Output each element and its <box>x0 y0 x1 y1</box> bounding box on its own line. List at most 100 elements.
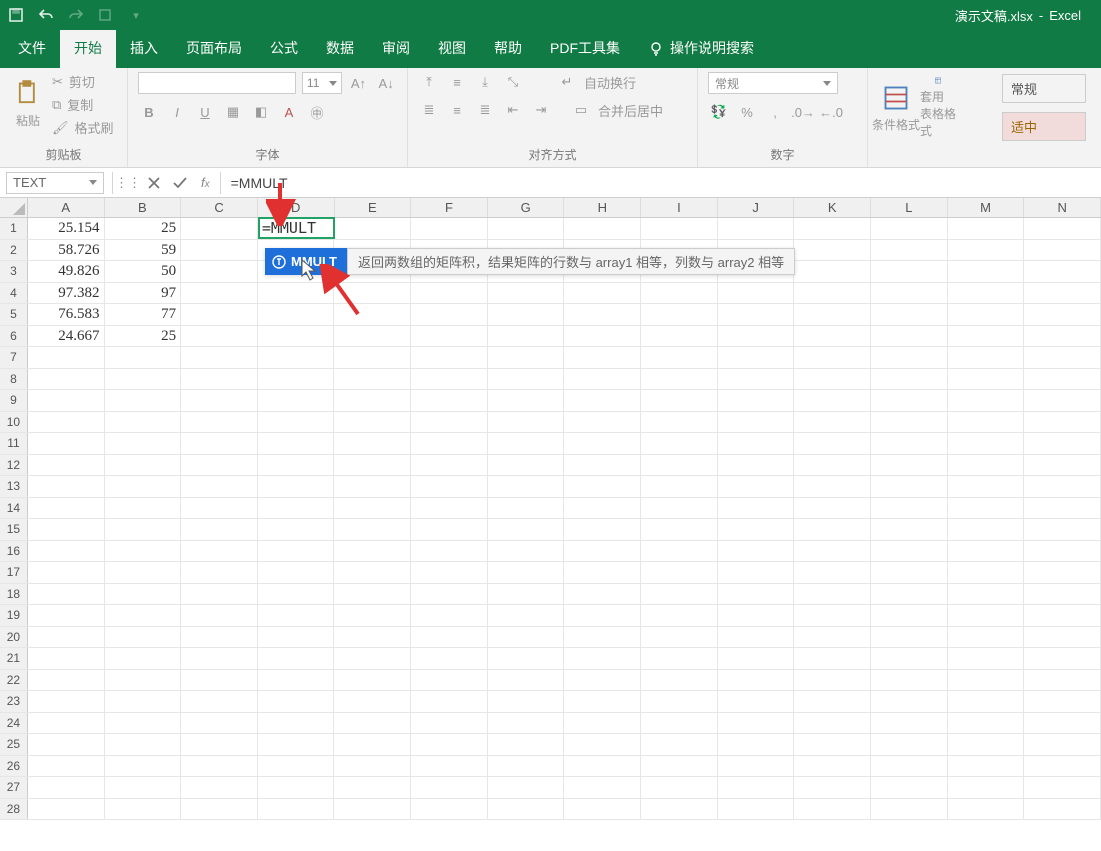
cell[interactable] <box>1024 455 1101 476</box>
cell[interactable] <box>564 627 641 648</box>
cell[interactable] <box>1024 627 1101 648</box>
cell[interactable] <box>871 562 948 583</box>
cell[interactable] <box>871 541 948 562</box>
cell[interactable] <box>488 670 565 691</box>
cell[interactable] <box>718 283 795 304</box>
cell[interactable] <box>641 691 718 712</box>
cell[interactable] <box>564 412 641 433</box>
cell[interactable] <box>258 390 335 411</box>
cell[interactable] <box>105 799 182 820</box>
cell[interactable] <box>948 605 1025 626</box>
tell-me[interactable]: 操作说明搜索 <box>634 30 768 68</box>
fx-icon[interactable]: fx <box>201 175 210 190</box>
cell[interactable] <box>181 627 258 648</box>
cell[interactable] <box>948 777 1025 798</box>
col-header[interactable]: G <box>488 198 565 217</box>
cell[interactable] <box>641 412 718 433</box>
cell[interactable] <box>641 283 718 304</box>
row-header[interactable]: 5 <box>0 304 28 325</box>
cell[interactable] <box>258 562 335 583</box>
cell[interactable] <box>181 519 258 540</box>
cell[interactable] <box>334 777 411 798</box>
cell[interactable] <box>564 390 641 411</box>
cell[interactable] <box>411 734 488 755</box>
cell[interactable] <box>181 412 258 433</box>
cell[interactable] <box>411 283 488 304</box>
cell[interactable] <box>718 390 795 411</box>
format-painter-button[interactable]: 🖌格式刷 <box>52 118 114 137</box>
cell[interactable] <box>948 756 1025 777</box>
conditional-format-button[interactable]: 条件格式 <box>878 77 914 139</box>
cell[interactable] <box>488 412 565 433</box>
cell[interactable] <box>1024 390 1101 411</box>
row-header[interactable]: 3 <box>0 261 28 282</box>
tab-data[interactable]: 数据 <box>312 30 368 68</box>
cell[interactable] <box>794 261 871 282</box>
col-header[interactable]: N <box>1024 198 1101 217</box>
cell[interactable] <box>1024 584 1101 605</box>
cell[interactable] <box>411 627 488 648</box>
cell[interactable] <box>488 347 565 368</box>
cell[interactable] <box>948 218 1025 239</box>
cell[interactable] <box>794 670 871 691</box>
increase-font-icon[interactable]: A↑ <box>348 73 370 93</box>
cell[interactable] <box>871 326 948 347</box>
cell[interactable] <box>105 713 182 734</box>
cell[interactable] <box>334 713 411 734</box>
cell[interactable] <box>948 498 1025 519</box>
row-header[interactable]: 15 <box>0 519 28 540</box>
cell[interactable] <box>258 498 335 519</box>
cell[interactable] <box>1024 519 1101 540</box>
row-header[interactable]: 8 <box>0 369 28 390</box>
cell[interactable] <box>871 412 948 433</box>
cell[interactable] <box>28 648 105 669</box>
row-header[interactable]: 14 <box>0 498 28 519</box>
cell[interactable] <box>105 562 182 583</box>
orientation-icon[interactable]: ⤡ <box>502 72 524 92</box>
cell[interactable] <box>28 756 105 777</box>
cell[interactable] <box>411 476 488 497</box>
cell[interactable] <box>641 777 718 798</box>
cell[interactable] <box>334 218 411 239</box>
cell[interactable] <box>181 304 258 325</box>
cell[interactable] <box>488 326 565 347</box>
quick-action-icon[interactable] <box>98 7 114 23</box>
row-header[interactable]: 17 <box>0 562 28 583</box>
cell[interactable]: 25.154 <box>28 218 105 239</box>
cell[interactable] <box>28 670 105 691</box>
cell[interactable] <box>28 562 105 583</box>
cell[interactable] <box>871 670 948 691</box>
cell[interactable]: 77 <box>105 304 182 325</box>
cell[interactable] <box>871 584 948 605</box>
cell[interactable] <box>948 519 1025 540</box>
cell[interactable]: =MMULT <box>258 218 335 239</box>
cell[interactable] <box>948 261 1025 282</box>
style-general[interactable]: 常规 <box>1002 74 1086 103</box>
col-header[interactable]: H <box>564 198 641 217</box>
cell[interactable] <box>28 627 105 648</box>
cell[interactable] <box>411 648 488 669</box>
decrease-font-icon[interactable]: A↓ <box>375 73 397 93</box>
cell[interactable] <box>258 734 335 755</box>
cell[interactable] <box>258 326 335 347</box>
cell[interactable] <box>871 240 948 261</box>
cell[interactable] <box>871 455 948 476</box>
cell[interactable] <box>948 390 1025 411</box>
cell[interactable] <box>564 670 641 691</box>
col-header[interactable]: B <box>105 198 182 217</box>
row-header[interactable]: 2 <box>0 240 28 261</box>
cell[interactable] <box>564 648 641 669</box>
cell[interactable] <box>258 347 335 368</box>
cell[interactable] <box>334 734 411 755</box>
cell[interactable] <box>794 777 871 798</box>
align-right-icon[interactable]: ≣ <box>474 100 496 120</box>
cell[interactable] <box>181 734 258 755</box>
cell[interactable] <box>948 584 1025 605</box>
align-middle-icon[interactable]: ≡ <box>446 72 468 92</box>
cell[interactable] <box>181 261 258 282</box>
cell[interactable] <box>564 605 641 626</box>
cell[interactable] <box>1024 283 1101 304</box>
tab-layout[interactable]: 页面布局 <box>172 30 256 68</box>
cell[interactable] <box>181 218 258 239</box>
cell[interactable] <box>718 455 795 476</box>
